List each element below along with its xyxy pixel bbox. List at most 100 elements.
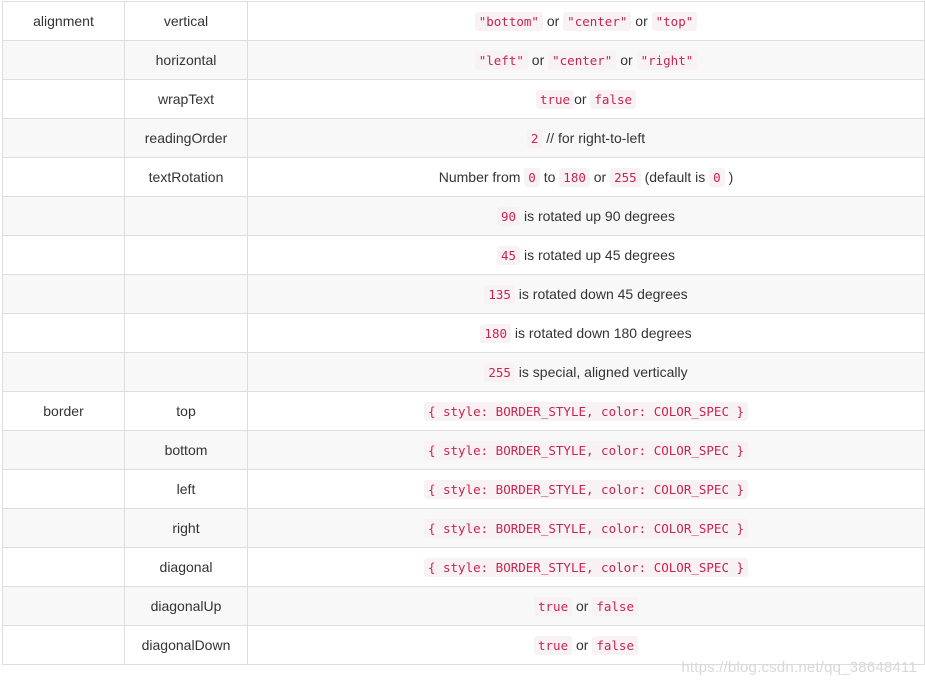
table-row: diagonalUp true or false — [2, 586, 925, 626]
group-cell — [2, 79, 125, 119]
group-cell — [2, 586, 125, 626]
code-literal: true — [535, 90, 575, 109]
code-literal: { style: BORDER_STYLE, color: COLOR_SPEC… — [423, 480, 749, 499]
group-cell: border — [2, 391, 125, 431]
group-cell — [2, 469, 125, 509]
table-row: bottom { style: BORDER_STYLE, color: COLO… — [2, 430, 925, 470]
code-literal: "center" — [563, 12, 632, 31]
table-row: 90 is rotated up 90 degrees — [2, 196, 925, 236]
table-row: diagonal { style: BORDER_STYLE, color: CO… — [2, 547, 925, 587]
group-cell — [2, 196, 125, 236]
description-cell: { style: BORDER_STYLE, color: COLOR_SPEC… — [247, 391, 925, 431]
group-cell — [2, 352, 125, 392]
code-literal: 180 — [480, 324, 511, 343]
property-cell: diagonalUp — [124, 586, 248, 626]
code-literal: 45 — [497, 246, 521, 265]
description-text: is rotated up 90 degrees — [520, 208, 675, 224]
group-cell — [2, 625, 125, 665]
description-text: or — [572, 598, 593, 614]
code-literal: { style: BORDER_STYLE, color: COLOR_SPEC… — [423, 519, 749, 538]
code-literal: { style: BORDER_STYLE, color: COLOR_SPEC… — [423, 558, 749, 577]
group-cell — [2, 547, 125, 587]
description-cell: 255 is special, aligned vertically — [247, 352, 925, 392]
table-row: readingOrder 2 // for right-to-left — [2, 118, 925, 158]
property-cell: right — [124, 508, 248, 548]
group-cell — [2, 430, 125, 470]
group-cell: alignment — [2, 1, 125, 41]
code-literal: 255 — [484, 363, 515, 382]
code-literal: "bottom" — [474, 12, 543, 31]
code-literal: true — [534, 597, 573, 616]
description-text: or — [542, 13, 564, 29]
code-literal: 90 — [497, 207, 521, 226]
group-cell — [2, 40, 125, 80]
table-row: left { style: BORDER_STYLE, color: COLOR_… — [2, 469, 925, 509]
table-row: right { style: BORDER_STYLE, color: COLOR… — [2, 508, 925, 548]
watermark-text: https://blog.csdn.net/qq_38648411 — [681, 659, 917, 676]
table-row: horizontal "left" or "center" or "right" — [2, 40, 925, 80]
code-literal: 135 — [484, 285, 515, 304]
description-text: or — [572, 637, 593, 653]
property-cell: diagonal — [124, 547, 248, 587]
property-cell — [124, 235, 248, 275]
table-row: border top { style: BORDER_STYLE, color: C… — [2, 391, 925, 431]
property-cell — [124, 196, 248, 236]
table-row: 255 is special, aligned vertically — [2, 352, 925, 392]
description-cell: { style: BORDER_STYLE, color: COLOR_SPEC… — [247, 430, 925, 470]
property-cell: diagonalDown — [124, 625, 248, 665]
property-cell: left — [124, 469, 248, 509]
description-text: or — [589, 169, 611, 185]
table-body: alignment vertical "bottom" or "center" or… — [2, 1, 925, 665]
group-cell — [2, 274, 125, 314]
description-text: or — [631, 13, 652, 29]
property-cell: textRotation — [124, 157, 248, 197]
description-cell: true or false — [247, 79, 925, 119]
description-text: (default is — [640, 169, 710, 185]
description-text: is rotated down 180 degrees — [511, 325, 692, 341]
group-cell — [2, 235, 125, 275]
table-row: 45 is rotated up 45 degrees — [2, 235, 925, 275]
group-cell — [2, 157, 125, 197]
code-literal: { style: BORDER_STYLE, color: COLOR_SPEC… — [423, 441, 749, 460]
table-row: wrapText true or false — [2, 79, 925, 119]
code-literal: false — [592, 636, 638, 655]
property-cell: top — [124, 391, 248, 431]
description-cell: 2 // for right-to-left — [247, 118, 925, 158]
code-literal: 0 — [524, 168, 540, 187]
table-row: textRotation Number from 0 to 180 or 255 … — [2, 157, 925, 197]
property-cell: readingOrder — [124, 118, 248, 158]
description-cell: 180 is rotated down 180 degrees — [247, 313, 925, 353]
table-row: 180 is rotated down 180 degrees — [2, 313, 925, 353]
description-cell: 45 is rotated up 45 degrees — [247, 235, 925, 275]
description-cell: { style: BORDER_STYLE, color: COLOR_SPEC… — [247, 469, 925, 509]
description-text: is rotated down 45 degrees — [514, 286, 688, 302]
description-text: to — [539, 169, 560, 185]
group-cell — [2, 118, 125, 158]
code-literal: false — [592, 597, 638, 616]
code-literal: "top" — [651, 12, 698, 31]
group-cell — [2, 313, 125, 353]
description-text: Number from — [438, 169, 525, 185]
description-cell: Number from 0 to 180 or 255 (default is … — [247, 157, 925, 197]
code-literal: false — [590, 90, 637, 109]
property-cell — [124, 313, 248, 353]
description-cell: { style: BORDER_STYLE, color: COLOR_SPEC… — [247, 547, 925, 587]
property-cell — [124, 274, 248, 314]
property-cell: horizontal — [124, 40, 248, 80]
description-text: ) — [724, 169, 734, 185]
description-cell: "bottom" or "center" or "top" — [247, 1, 925, 41]
property-cell: wrapText — [124, 79, 248, 119]
description-text: or — [616, 52, 637, 68]
code-literal: 255 — [610, 168, 641, 187]
description-text: or — [574, 91, 591, 107]
code-literal: "right" — [636, 51, 698, 70]
table-row: 135 is rotated down 45 degrees — [2, 274, 925, 314]
property-cell — [124, 352, 248, 392]
description-cell: 90 is rotated up 90 degrees — [247, 196, 925, 236]
description-cell: { style: BORDER_STYLE, color: COLOR_SPEC… — [247, 508, 925, 548]
description-cell: "left" or "center" or "right" — [247, 40, 925, 80]
code-literal: "left" — [474, 51, 528, 70]
group-cell — [2, 508, 125, 548]
description-text: // for right-to-left — [542, 130, 646, 146]
table-row: alignment vertical "bottom" or "center" or… — [2, 1, 925, 41]
